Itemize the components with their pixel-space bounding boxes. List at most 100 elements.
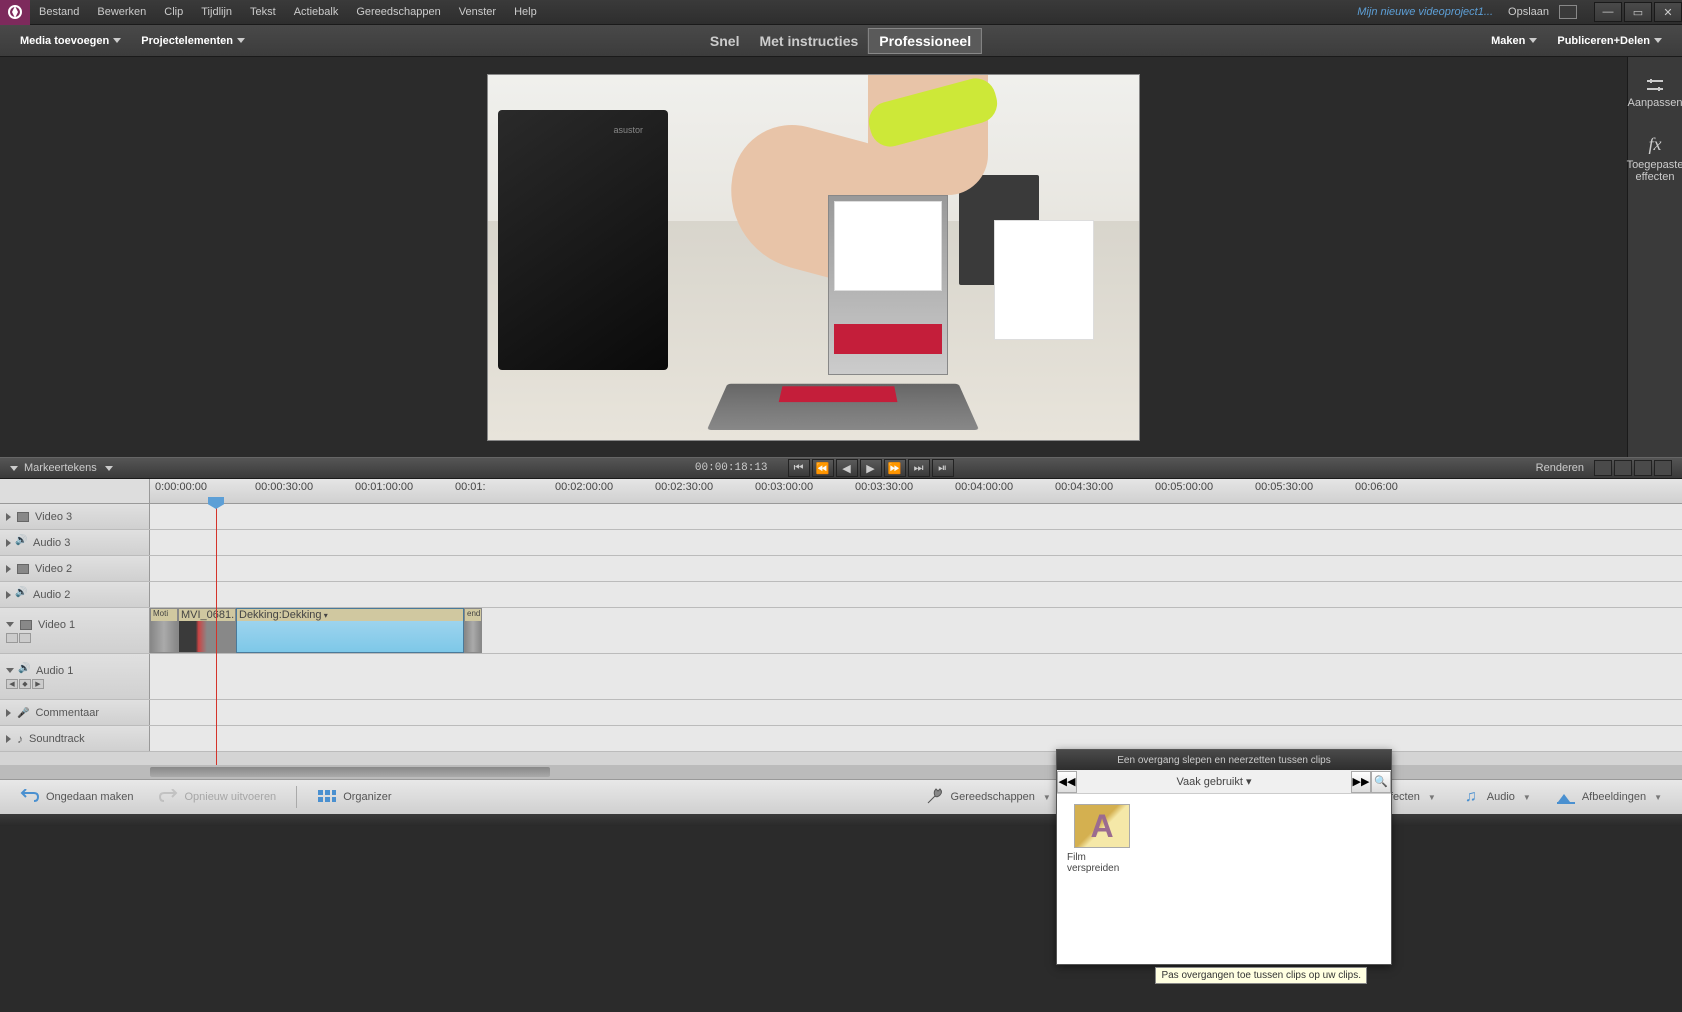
mode-quick[interactable]: Snel xyxy=(700,29,750,53)
app-logo[interactable] xyxy=(0,0,30,25)
track-header-video1[interactable]: Video 1 xyxy=(0,608,150,653)
applied-effects-tool[interactable]: fx Toegepaste effecten xyxy=(1627,134,1682,183)
safe-margins-icon[interactable] xyxy=(1594,460,1612,476)
zoom-out-icon[interactable] xyxy=(1614,460,1632,476)
menu-help[interactable]: Help xyxy=(505,0,546,25)
track-content-audio1[interactable] xyxy=(150,654,1682,699)
adjust-tool[interactable]: Aanpassen xyxy=(1627,77,1682,109)
track-header-audio3[interactable]: Audio 3 xyxy=(0,530,150,555)
track-header-video3[interactable]: Video 3 xyxy=(0,504,150,529)
project-name: Mijn nieuwe videoproject1... xyxy=(1357,6,1493,18)
tools-button[interactable]: Gereedschappen▼ xyxy=(915,784,1061,810)
frame-forward-button[interactable]: ⏩ xyxy=(884,459,906,477)
transition-item[interactable]: A Film verspreiden xyxy=(1067,804,1137,874)
zoom-slider-icon[interactable] xyxy=(1634,460,1652,476)
menu-tekst[interactable]: Tekst xyxy=(241,0,285,25)
menu-venster[interactable]: Venster xyxy=(450,0,505,25)
markers-dropdown[interactable]: Markeertekens xyxy=(24,462,113,474)
expand-icon xyxy=(6,513,11,521)
step-back-button[interactable]: ⏪ xyxy=(812,459,834,477)
mode-guided[interactable]: Met instructies xyxy=(749,29,868,53)
publish-share-button[interactable]: Publiceren+Delen xyxy=(1547,25,1672,57)
preview-monitor[interactable]: asustor xyxy=(487,74,1140,441)
goto-end-button[interactable]: ⏯ xyxy=(932,459,954,477)
playhead-line xyxy=(216,504,217,765)
organizer-button[interactable]: Organizer xyxy=(307,784,401,810)
save-button[interactable]: Opslaan xyxy=(1508,6,1549,18)
panel-next-button[interactable]: ▶▶ xyxy=(1351,771,1371,793)
track-header-video2[interactable]: Video 2 xyxy=(0,556,150,581)
track-option-icon[interactable]: ▶ xyxy=(32,679,44,689)
maximize-button[interactable]: ▭ xyxy=(1624,2,1652,22)
caret-down-icon xyxy=(105,466,113,471)
render-button[interactable]: Renderen xyxy=(1536,462,1584,474)
menu-tijdlijn[interactable]: Tijdlijn xyxy=(192,0,241,25)
fullscreen-icon[interactable] xyxy=(1559,5,1577,19)
caret-down-icon xyxy=(237,38,245,43)
wrench-icon xyxy=(925,788,945,806)
track-option-icon[interactable] xyxy=(19,633,31,643)
track-header-commentaar[interactable]: Commentaar xyxy=(0,700,150,725)
panel-category-dropdown[interactable]: Vaak gebruikt ▾ xyxy=(1077,775,1351,788)
clip-label: Moti xyxy=(151,609,177,621)
expand-icon xyxy=(6,735,11,743)
image-icon xyxy=(1556,788,1576,806)
images-button[interactable]: Afbeeldingen▼ xyxy=(1546,784,1672,810)
panel-title: Een overgang slepen en neerzetten tussen… xyxy=(1057,750,1391,770)
audio-button[interactable]: ♫ Audio▼ xyxy=(1451,784,1541,810)
transitions-panel: Een overgang slepen en neerzetten tussen… xyxy=(1056,749,1392,965)
track-option-icon[interactable]: ◀ xyxy=(6,679,18,689)
track-header-soundtrack[interactable]: Soundtrack xyxy=(0,726,150,751)
media-add-button[interactable]: Media toevoegen xyxy=(10,25,131,57)
titlebar: Bestand Bewerken Clip Tijdlijn Tekst Act… xyxy=(0,0,1682,25)
caret-down-icon xyxy=(1529,38,1537,43)
clip-label: end xyxy=(465,609,481,621)
menu-clip[interactable]: Clip xyxy=(155,0,192,25)
frame-back-button[interactable]: ◀ xyxy=(836,459,858,477)
timeline-scrollbar[interactable] xyxy=(0,765,1682,779)
expand-icon xyxy=(6,591,11,599)
track-header-audio1[interactable]: Audio 1 ◀◆▶ xyxy=(0,654,150,699)
zoom-in-icon[interactable] xyxy=(1654,460,1672,476)
expand-icon xyxy=(6,709,11,717)
timecode-display[interactable]: 00:00:18:13 xyxy=(695,462,768,474)
track-content-video1[interactable]: Moti MVI_0681.MOV Dekking:Dekking ▾ end xyxy=(150,608,1682,653)
film-icon xyxy=(17,564,29,574)
caret-down-icon xyxy=(113,38,121,43)
mic-icon xyxy=(17,707,29,719)
video-clip[interactable]: Dekking:Dekking ▾ xyxy=(236,608,464,653)
menu-bestand[interactable]: Bestand xyxy=(30,0,88,25)
panel-prev-button[interactable]: ◀◀ xyxy=(1057,771,1077,793)
goto-start-button[interactable]: ⏮ xyxy=(788,459,810,477)
redo-button: Opnieuw uitvoeren xyxy=(148,784,286,810)
music-icon xyxy=(17,732,23,746)
close-button[interactable]: ✕ xyxy=(1654,2,1682,22)
project-elements-button[interactable]: Projectelementen xyxy=(131,25,255,57)
time-ruler[interactable]: 0:00:00:00 00:00:30:00 00:01:00:00 00:01… xyxy=(150,479,1682,503)
action-bar: Media toevoegen Projectelementen Snel Me… xyxy=(0,25,1682,57)
collapse-icon xyxy=(6,622,14,627)
tooltip: Pas overgangen toe tussen clips op uw cl… xyxy=(1155,967,1367,984)
play-button[interactable]: ▶ xyxy=(860,459,882,477)
menu-bewerken[interactable]: Bewerken xyxy=(88,0,155,25)
status-bar xyxy=(0,814,1682,826)
bottom-action-bar: Ongedaan maken Opnieuw uitvoeren Organiz… xyxy=(0,779,1682,814)
film-icon xyxy=(17,512,29,522)
mode-pro[interactable]: Professioneel xyxy=(868,28,982,54)
speaker-icon xyxy=(17,538,27,548)
minimize-button[interactable]: — xyxy=(1594,2,1622,22)
track-header-audio2[interactable]: Audio 2 xyxy=(0,582,150,607)
transition-thumb: A xyxy=(1074,804,1130,848)
track-option-icon[interactable] xyxy=(6,633,18,643)
panel-search-button[interactable]: 🔍 xyxy=(1371,771,1391,793)
track-option-icon[interactable]: ◆ xyxy=(19,679,31,689)
expand-icon xyxy=(6,565,11,573)
undo-button[interactable]: Ongedaan maken xyxy=(10,784,143,810)
step-forward-button[interactable]: ⏭ xyxy=(908,459,930,477)
caret-down-icon xyxy=(1654,38,1662,43)
create-button[interactable]: Maken xyxy=(1481,25,1547,57)
menu-gereedschappen[interactable]: Gereedschappen xyxy=(347,0,449,25)
menu-actiebalk[interactable]: Actiebalk xyxy=(285,0,348,25)
clip-dekking: Dekking:Dekking xyxy=(239,609,322,621)
timeline: 0:00:00:00 00:00:30:00 00:01:00:00 00:01… xyxy=(0,479,1682,779)
